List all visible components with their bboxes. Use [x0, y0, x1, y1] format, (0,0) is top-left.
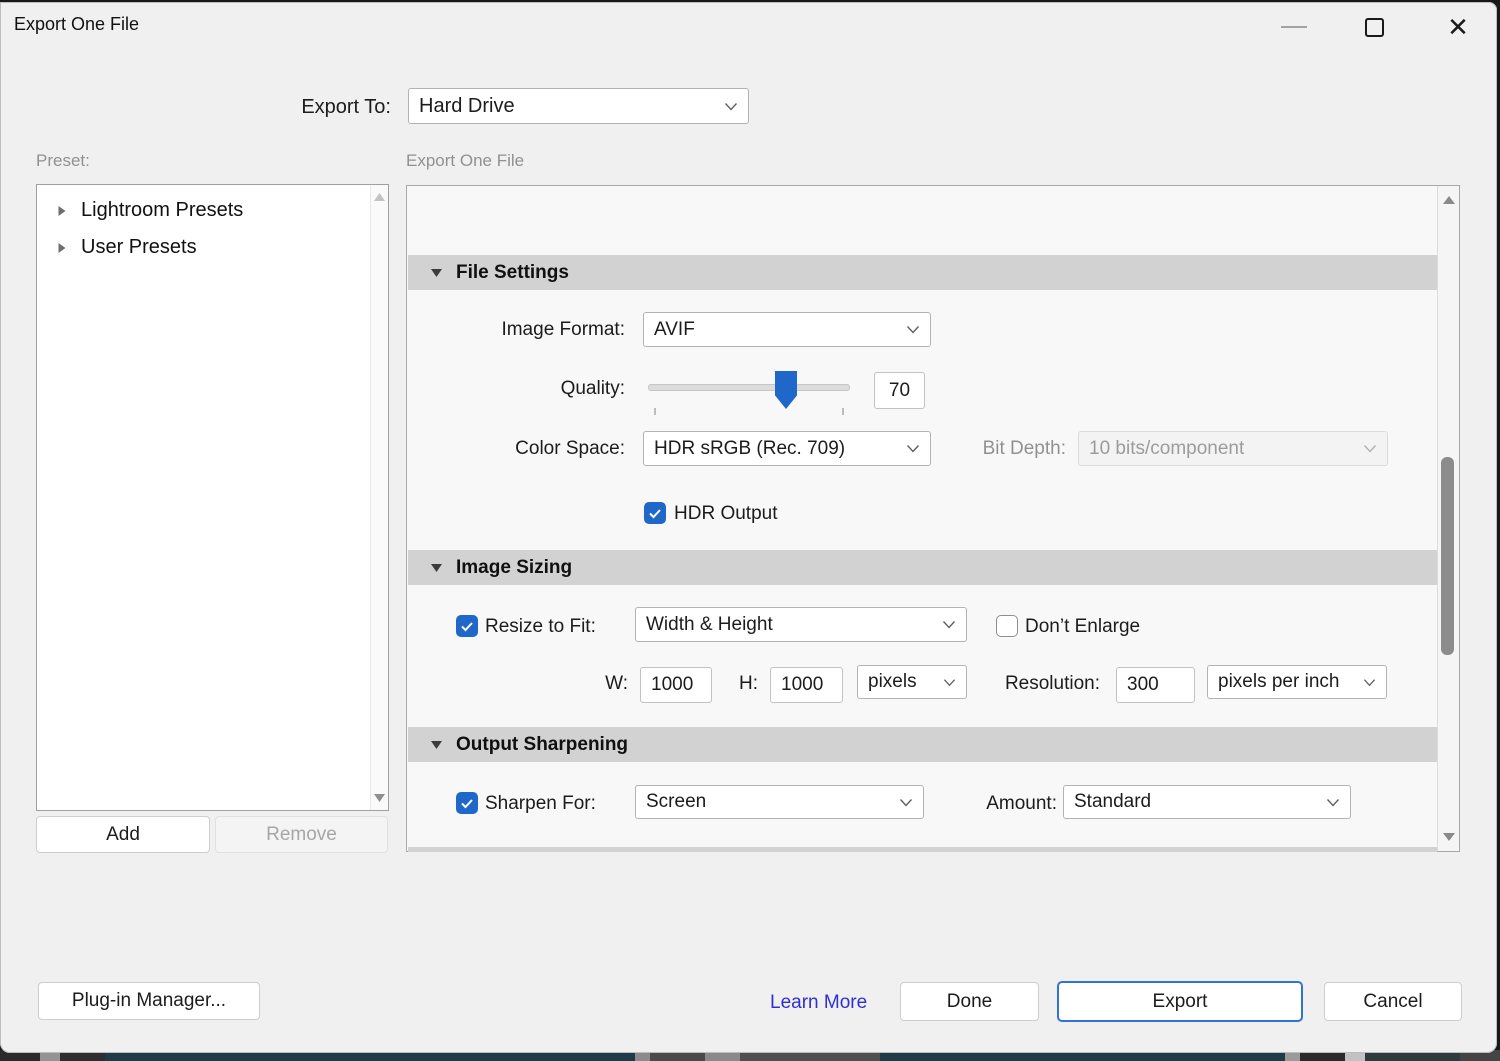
bit-depth-label: Bit Depth: — [900, 438, 1066, 460]
minimize-icon — [1281, 26, 1307, 28]
export-to-value: Hard Drive — [419, 95, 515, 118]
expander-right-icon[interactable] — [57, 242, 67, 254]
sharpen-for-label: Sharpen For: — [485, 793, 596, 815]
done-button[interactable]: Done — [900, 982, 1039, 1021]
dont-enlarge-checkbox[interactable] — [996, 615, 1018, 637]
hdr-output-label: HDR Output — [674, 503, 777, 525]
section-header-file-settings[interactable]: File Settings — [408, 255, 1437, 290]
check-icon — [460, 798, 474, 809]
expander-right-icon[interactable] — [57, 205, 67, 217]
section-title: Image Sizing — [456, 557, 572, 579]
width-label: W: — [580, 673, 628, 695]
chevron-down-icon — [1363, 678, 1376, 687]
resolution-units-value: pixels per inch — [1218, 671, 1339, 693]
image-format-label: Image Format: — [406, 319, 625, 341]
scroll-up-icon[interactable] — [1443, 196, 1455, 204]
check-icon — [648, 508, 662, 519]
chevron-down-icon — [906, 325, 920, 334]
resize-mode-value: Width & Height — [646, 614, 773, 636]
image-format-value: AVIF — [654, 319, 695, 341]
quality-slider-track[interactable] — [648, 384, 850, 391]
dont-enlarge-label: Don’t Enlarge — [1025, 616, 1140, 638]
collapse-triangle-icon[interactable] — [430, 740, 443, 750]
resize-mode-dropdown[interactable]: Width & Height — [635, 607, 967, 642]
resolution-input[interactable] — [1116, 667, 1195, 703]
scroll-up-icon[interactable] — [374, 193, 385, 201]
sharpen-for-dropdown[interactable]: Screen — [635, 785, 924, 819]
collapse-triangle-icon[interactable] — [430, 268, 443, 278]
export-button[interactable]: Export — [1057, 981, 1303, 1022]
section-title: File Settings — [456, 262, 569, 284]
sharpen-for-checkbox[interactable] — [456, 792, 478, 814]
dialog-title: Export One File — [14, 14, 139, 35]
bit-depth-dropdown: 10 bits/component — [1078, 431, 1388, 466]
section-header-image-sizing[interactable]: Image Sizing — [408, 550, 1437, 585]
check-icon — [460, 621, 474, 632]
amount-value: Standard — [1074, 791, 1151, 813]
close-button[interactable]: ✕ — [1436, 10, 1480, 44]
preset-section-label: Preset: — [36, 151, 90, 171]
remove-preset-button[interactable]: Remove — [215, 816, 388, 853]
chevron-down-icon — [724, 102, 738, 111]
color-space-dropdown[interactable]: HDR sRGB (Rec. 709) — [643, 431, 931, 466]
learn-more-link[interactable]: Learn More — [770, 992, 867, 1014]
preset-list-scrollbar[interactable] — [370, 185, 388, 810]
list-item-label: Lightroom Presets — [81, 199, 243, 222]
resolution-units-dropdown[interactable]: pixels per inch — [1207, 665, 1387, 699]
collapse-triangle-icon[interactable] — [430, 563, 443, 573]
height-input[interactable] — [770, 667, 843, 703]
plugin-manager-button[interactable]: Plug-in Manager... — [38, 982, 260, 1020]
chevron-down-icon — [1326, 798, 1340, 807]
export-to-label: Export To: — [150, 96, 391, 119]
maximize-button[interactable] — [1352, 12, 1396, 42]
amount-dropdown[interactable]: Standard — [1063, 785, 1351, 819]
add-preset-button[interactable]: Add — [36, 816, 210, 853]
height-label: H: — [713, 673, 758, 695]
units-dropdown[interactable]: pixels — [857, 665, 967, 699]
width-input[interactable] — [640, 667, 712, 703]
resize-to-fit-label: Resize to Fit: — [485, 616, 596, 638]
hdr-output-checkbox[interactable] — [644, 502, 666, 524]
section-header-output-sharpening[interactable]: Output Sharpening — [408, 727, 1437, 762]
chevron-down-icon — [1363, 444, 1377, 453]
color-space-label: Color Space: — [406, 438, 625, 460]
cancel-button[interactable]: Cancel — [1324, 982, 1462, 1021]
chevron-down-icon — [942, 620, 956, 629]
bit-depth-value: 10 bits/component — [1089, 438, 1244, 460]
list-item-label: User Presets — [81, 236, 197, 259]
resolution-label: Resolution: — [980, 673, 1100, 695]
list-item-user-presets[interactable]: User Presets — [37, 229, 367, 266]
chevron-down-icon — [899, 798, 913, 807]
sharpen-for-value: Screen — [646, 791, 706, 813]
quality-label: Quality: — [406, 378, 625, 400]
section-title: Output Sharpening — [456, 734, 628, 756]
next-section-header-partial — [408, 847, 1437, 852]
slider-tick — [654, 408, 656, 415]
export-to-dropdown[interactable]: Hard Drive — [408, 88, 749, 124]
slider-tick — [842, 408, 844, 415]
quality-input[interactable] — [874, 372, 925, 409]
scroll-down-icon[interactable] — [1443, 833, 1455, 841]
chevron-down-icon — [943, 678, 956, 687]
amount-label: Amount: — [950, 793, 1057, 815]
settings-panel-scroll-thumb[interactable] — [1441, 457, 1454, 655]
units-value: pixels — [868, 671, 917, 693]
screen: Export One File ✕ Export To: Hard Drive … — [0, 0, 1500, 1061]
resize-to-fit-checkbox[interactable] — [456, 615, 478, 637]
main-panel-label: Export One File — [406, 151, 524, 171]
maximize-icon — [1365, 18, 1384, 37]
close-icon: ✕ — [1447, 12, 1469, 43]
preset-list: Lightroom Presets User Presets — [36, 184, 389, 811]
scroll-down-icon[interactable] — [374, 794, 385, 802]
image-format-dropdown[interactable]: AVIF — [643, 312, 931, 347]
color-space-value: HDR sRGB (Rec. 709) — [654, 438, 845, 460]
list-item-lightroom-presets[interactable]: Lightroom Presets — [37, 192, 367, 229]
minimize-button[interactable] — [1272, 12, 1316, 42]
export-dialog: Export One File ✕ Export To: Hard Drive … — [0, 2, 1497, 1053]
